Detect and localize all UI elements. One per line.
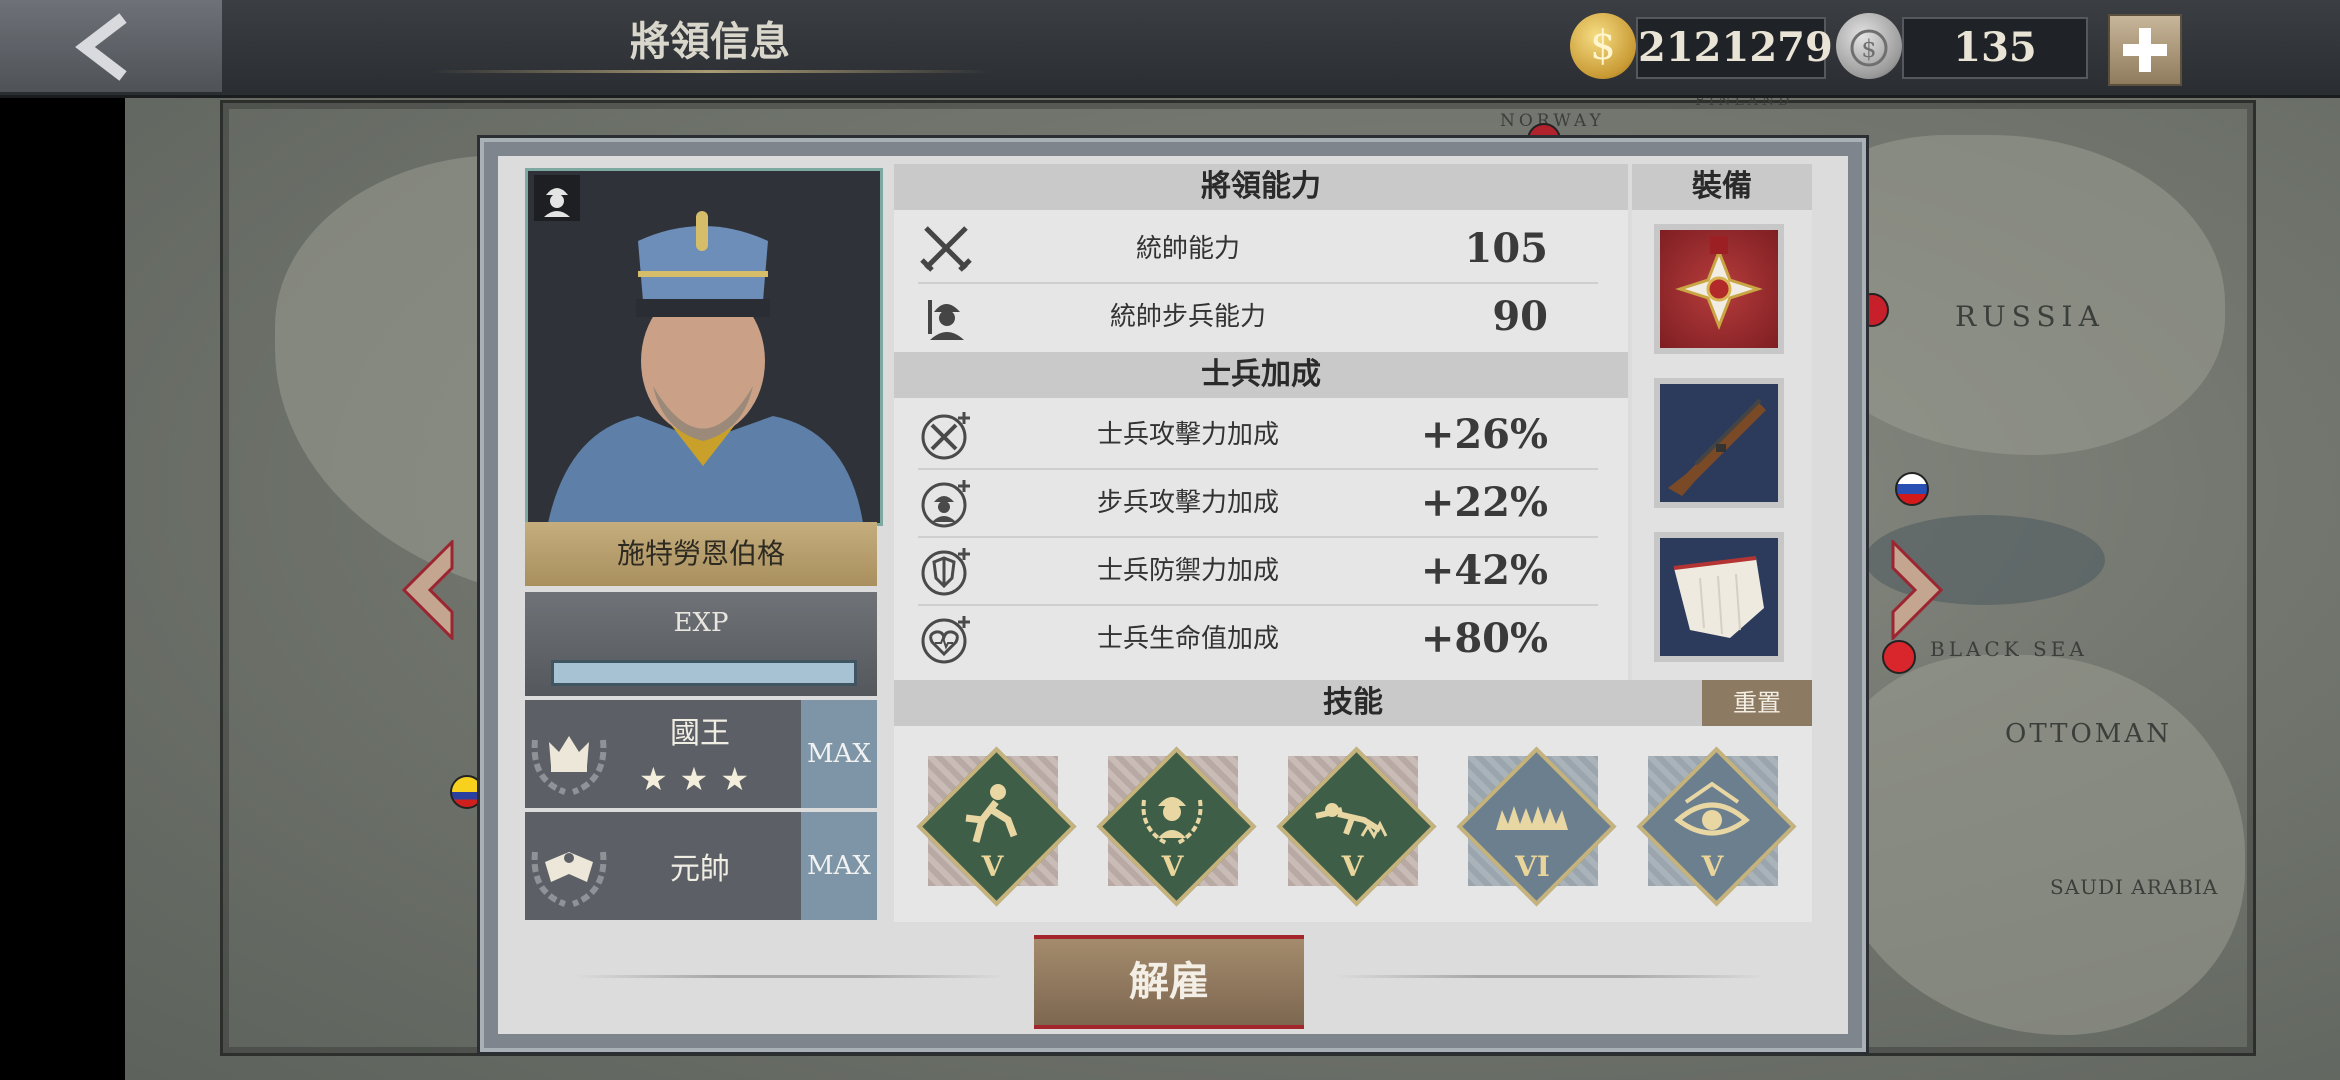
crawling-soldier-icon — [1315, 803, 1388, 840]
medal-coin-icon: $ — [1836, 13, 1902, 79]
bonus-label: 士兵生命值加成 — [1096, 624, 1279, 654]
abilities-panel: 將領能力 統帥能力 105 統帥步兵能力 90 士兵加成 士兵攻擊力加成 +26… — [894, 164, 1628, 684]
dismiss-general-button[interactable]: 解雇 — [1034, 935, 1304, 1029]
abilities-header: 將領能力 — [894, 164, 1628, 210]
bonus-value: +22% — [1420, 479, 1548, 526]
bonus-label: 步兵攻擊力加成 — [1096, 488, 1279, 518]
map-label-russia: RUSSIA — [1955, 300, 2105, 333]
equipment-slot[interactable] — [1654, 224, 1784, 354]
bonus-row: 士兵生命值加成 +80% — [918, 606, 1598, 672]
rank-name: 國王 — [670, 716, 730, 751]
scarf-icon — [1660, 538, 1778, 656]
bonus-label: 士兵攻擊力加成 — [1096, 420, 1279, 450]
back-button[interactable] — [0, 0, 222, 92]
ability-row: 統帥能力 105 — [918, 216, 1598, 284]
skill-slot[interactable]: V — [1630, 740, 1797, 907]
russia-flag-icon[interactable] — [1895, 472, 1929, 506]
equipment-panel: 裝備 — [1632, 164, 1812, 680]
ability-value: 105 — [1464, 225, 1549, 272]
rank-name: 元帥 — [670, 852, 730, 887]
next-general-arrow-icon[interactable] — [1885, 540, 1945, 640]
add-currency-button[interactable] — [2108, 14, 2182, 86]
rifle-icon — [1660, 384, 1778, 502]
map-label-ottoman: OTTOMAN — [2005, 719, 2172, 749]
attack-plus-icon — [918, 410, 974, 460]
rank-max-badge: MAX — [801, 812, 877, 920]
gold-coin-icon: $ — [1570, 13, 1636, 79]
skills-panel: 技能 V V V VI V — [894, 680, 1812, 922]
svg-text:$: $ — [1861, 35, 1876, 63]
skill-level: VI — [1515, 850, 1550, 883]
ottoman-flag-icon[interactable] — [1882, 640, 1916, 674]
skill-slot[interactable]: VI — [1450, 740, 1617, 907]
skill-slot[interactable]: V — [1090, 740, 1257, 907]
laurel-helmet-icon — [1141, 797, 1203, 846]
rank-max-badge: MAX — [801, 700, 877, 808]
ability-value: 90 — [1492, 293, 1548, 340]
skills-header: 技能 — [894, 680, 1812, 726]
skill-level: V — [1161, 850, 1184, 883]
map-label-saudi-arabia: SAUDI ARABIA — [2050, 875, 2219, 899]
reset-skills-button[interactable]: 重置 — [1702, 680, 1812, 726]
bonus-label: 士兵防禦力加成 — [1096, 556, 1279, 586]
rank-stars: ★★★ — [638, 760, 762, 798]
infantry-soldier-icon — [918, 292, 974, 342]
marshal-insignia-icon — [525, 812, 613, 920]
bonus-value: +80% — [1420, 615, 1548, 662]
general-portrait-image — [528, 171, 880, 523]
grass-field-icon — [1496, 806, 1568, 830]
country-flag-icon[interactable] — [450, 775, 484, 809]
back-arrow-icon — [75, 13, 127, 81]
heart-plus-icon — [918, 614, 974, 664]
medal-amount: 135 — [1902, 17, 2088, 79]
bonus-header: 士兵加成 — [894, 352, 1628, 398]
rank-row-military: 元帥 MAX — [525, 812, 877, 920]
skill-level: V — [1341, 850, 1364, 883]
running-soldier-icon — [965, 784, 1018, 843]
divider-line — [575, 975, 1005, 978]
ability-label: 統帥能力 — [1135, 234, 1240, 264]
map-label-black-sea: BLACK SEA — [1930, 637, 2088, 661]
skill-level: V — [1701, 850, 1724, 883]
svg-text:$: $ — [1590, 23, 1615, 69]
equipment-header: 裝備 — [1632, 164, 1812, 210]
general-portrait — [525, 168, 883, 526]
divider-line — [1335, 975, 1765, 978]
shield-plus-icon — [918, 546, 974, 596]
skill-slot[interactable]: V — [910, 740, 1077, 907]
crown-laurel-icon — [525, 700, 613, 808]
previous-general-arrow-icon[interactable] — [400, 540, 460, 640]
bonus-row: 士兵防禦力加成 +42% — [918, 538, 1598, 606]
page-title: 將領信息 — [630, 18, 790, 65]
eye-icon — [1674, 781, 1750, 836]
skill-slot[interactable]: V — [1270, 740, 1437, 907]
bonus-row: 步兵攻擊力加成 +22% — [918, 470, 1598, 538]
infantry-plus-icon — [918, 478, 974, 528]
bonus-row: 士兵攻擊力加成 +26% — [918, 402, 1598, 470]
ability-label: 統帥步兵能力 — [1109, 302, 1266, 332]
gold-amount: 2121279 — [1636, 17, 1833, 79]
bonus-value: +42% — [1420, 547, 1548, 594]
title-underline — [430, 70, 990, 73]
ability-row: 統帥步兵能力 90 — [918, 284, 1598, 350]
general-name: 施特勞恩伯格 — [525, 522, 877, 586]
rank-row-title: 國王 ★★★ MAX — [525, 700, 877, 808]
exp-panel: EXP — [525, 592, 877, 696]
medal-icon — [1660, 230, 1778, 348]
exp-label: EXP — [673, 608, 729, 638]
crossed-swords-icon — [918, 224, 974, 274]
skill-level: V — [981, 850, 1004, 883]
exp-progress-bar — [551, 660, 857, 686]
equipment-slot[interactable] — [1654, 378, 1784, 508]
infantry-class-icon — [534, 175, 580, 221]
equipment-slot[interactable] — [1654, 532, 1784, 662]
bonus-value: +26% — [1420, 411, 1548, 458]
